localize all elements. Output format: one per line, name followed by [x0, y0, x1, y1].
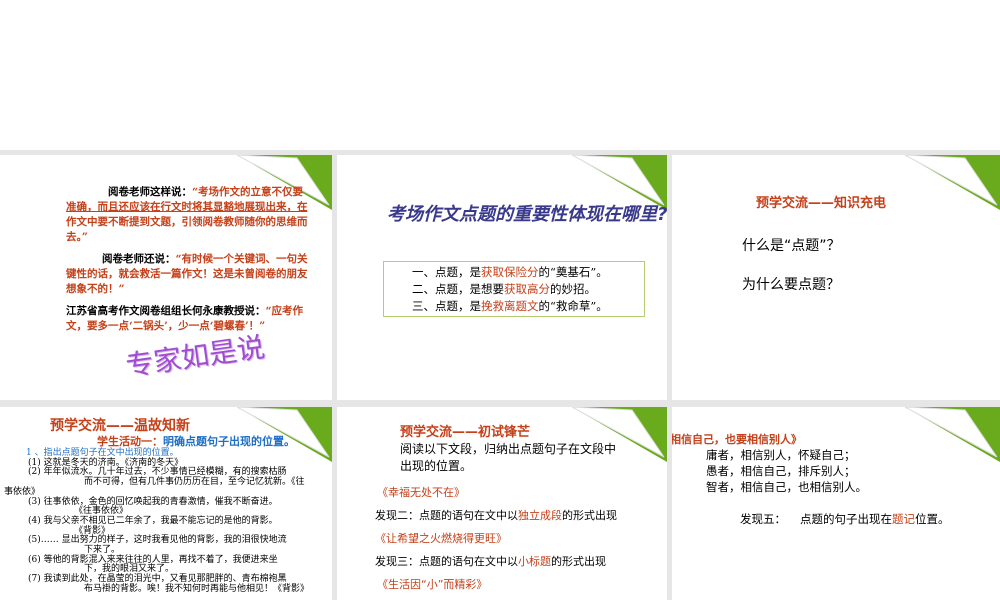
finding-5: 发现五： 点题的句子出现在题记位置。 — [740, 511, 950, 527]
quote-line: 庸者，相信别人，怀疑自己； — [706, 448, 856, 462]
text: 小标题 — [518, 555, 551, 568]
slide-title: 预学交流——初试锋芒 — [400, 425, 531, 440]
quote-text: 准确，而且还应该在行文时将其显豁地展现出来，在 — [66, 201, 308, 213]
text: 发现二：点题的语句在文中以 — [375, 509, 518, 522]
text: (4) 我与父亲不相见已二年余了，我最不能忘记的是他的背影。 — [28, 515, 278, 526]
quote-text: 文，要多一点‘二锅头’，少一点‘碧螺春’！” — [66, 320, 266, 332]
slide-title: 预学交流——知识充电 — [756, 196, 887, 211]
text: 一、点题，是 — [412, 265, 481, 279]
text: 二、点题，是想要 — [412, 282, 504, 296]
question-1: 什么是“点题”？ — [742, 238, 841, 254]
speaker-label: 阅卷老师这样说： — [108, 186, 192, 198]
text: 学生活动一： — [97, 435, 163, 448]
points-box: 一、点题，是获取保险分的“奠基石”。 二、点题，是想要获取高分的妙招。 三、点题… — [383, 261, 645, 317]
page-curl-icon — [905, 407, 1000, 462]
text: (5)…… 显出努力的样子，这时我看见他的背影，我的泪很快地流 — [28, 535, 287, 546]
text: 的妙招。 — [550, 282, 596, 296]
text: 获取保险分 — [481, 265, 539, 279]
quote-text: “有时候一个关键词、一句关 — [175, 253, 308, 265]
text: 挽救离题文 — [481, 299, 539, 313]
quote-text: 想象不的！” — [66, 283, 125, 295]
text: 位置。 — [915, 512, 950, 526]
work-title: 《生活因“小”而精彩》 — [377, 578, 488, 591]
text: 独立成段 — [518, 509, 562, 522]
work-title: 《幸福无处不在》 — [377, 486, 465, 499]
text: 题记 — [892, 512, 915, 526]
quote-line: 愚者，相信自己，排斥别人； — [706, 464, 856, 478]
text: 发现五： — [740, 512, 786, 526]
quote-text: “应考作 — [265, 305, 304, 317]
text: 的“奠基石”。 — [538, 265, 608, 279]
text: 的“救命草”。 — [538, 299, 608, 313]
quote-text: 作文中要不断提到文题，引领阅卷教师随你的思维而 — [66, 216, 308, 228]
quote-text: 键性的话，就会救活一篇作文！这是未曾阅卷的朋友 — [66, 268, 308, 280]
speaker-label: 阅卷老师还说： — [102, 253, 176, 265]
quote-text: 去。” — [66, 231, 88, 243]
text: 点题的句子出现在 — [800, 512, 892, 526]
work-title: 相信自己，也要相信别人》 — [672, 433, 802, 446]
finding-3: 发现三：点题的语句在文中以小标题的形式出现 — [375, 553, 606, 569]
text: 三、点题，是 — [412, 299, 481, 313]
text: 明确点题句子出现的位置。 — [163, 435, 295, 448]
text: 而不可得，但有几件事仍历历在目，至今记忆犹新。《往 — [84, 477, 305, 488]
text: 布马褂的背影。唉！我不知何时再能与他相见！《背影》 — [84, 583, 310, 594]
text: 的形式出现 — [551, 555, 606, 568]
quote-text: “考场作文的立意不仅要 — [192, 186, 304, 198]
text: 的形式出现 — [562, 509, 617, 522]
slide-thumbnail-1[interactable]: 阅卷老师这样说：“考场作文的立意不仅要 准确，而且还应该在行文时将其显豁地展现出… — [0, 155, 332, 400]
intro-text: 出现的位置。 — [400, 459, 473, 473]
work-title: 《让希望之火燃烧得更旺》 — [375, 532, 507, 545]
point-item: 二、点题，是想要获取高分的妙招。 — [412, 281, 644, 298]
point-item: 三、点题，是挽救离题文的“救命草”。 — [412, 298, 644, 315]
quote-line: 智者，相信自己，也相信别人。 — [706, 480, 867, 494]
speaker-label: 江苏省高考作文阅卷组组长何永康教授说： — [66, 305, 266, 317]
slide-thumbnail-5[interactable]: 预学交流——初试锋芒 阅读以下文段，归纳出点题句子在文段中 出现的位置。 《幸福… — [337, 407, 667, 600]
slide-title: 考场作文点题的重要性体现在哪里? — [387, 204, 667, 225]
slide-thumbnail-2[interactable]: 考场作文点题的重要性体现在哪里? 一、点题，是获取保险分的“奠基石”。 二、点题… — [337, 155, 667, 400]
point-item: 一、点题，是获取保险分的“奠基石”。 — [412, 264, 644, 281]
page-curl-icon — [905, 155, 1000, 210]
text: (3) 往事依依，金色的回忆唤起我的青春激情，催我不断奋进。 — [28, 496, 278, 507]
slide-title: 预学交流——温故知新 — [50, 418, 190, 434]
slide-sorter: 阅卷老师这样说：“考场作文的立意不仅要 准确，而且还应该在行文时将其显豁地展现出… — [0, 150, 1000, 600]
wordart-title: 专家如是说 — [123, 330, 267, 383]
question-2: 为什么要点题？ — [742, 277, 840, 293]
intro-text: 阅读以下文段，归纳出点题句子在文段中 — [400, 442, 617, 456]
slide-thumbnail-3[interactable]: 预学交流——知识充电 什么是“点题”？ 为什么要点题？ — [672, 155, 1000, 400]
example-list: 1 、指出点题句子在文中出现的位置。 (1) 这就是冬天的济南。《济南的冬天》 … — [4, 448, 310, 595]
finding-2: 发现二：点题的语句在文中以独立成段的形式出现 — [375, 507, 617, 523]
slide-thumbnail-6[interactable]: 相信自己，也要相信别人》 庸者，相信别人，怀疑自己； 愚者，相信自己，排斥别人；… — [672, 407, 1000, 600]
text: 获取高分 — [504, 282, 550, 296]
slide-subtitle: 学生活动一：明确点题句子出现的位置。 — [97, 433, 295, 449]
text: 发现三：点题的语句在文中以 — [375, 555, 518, 568]
slide-thumbnail-4[interactable]: 预学交流——温故知新 学生活动一：明确点题句子出现的位置。 1 、指出点题句子在… — [0, 407, 332, 600]
